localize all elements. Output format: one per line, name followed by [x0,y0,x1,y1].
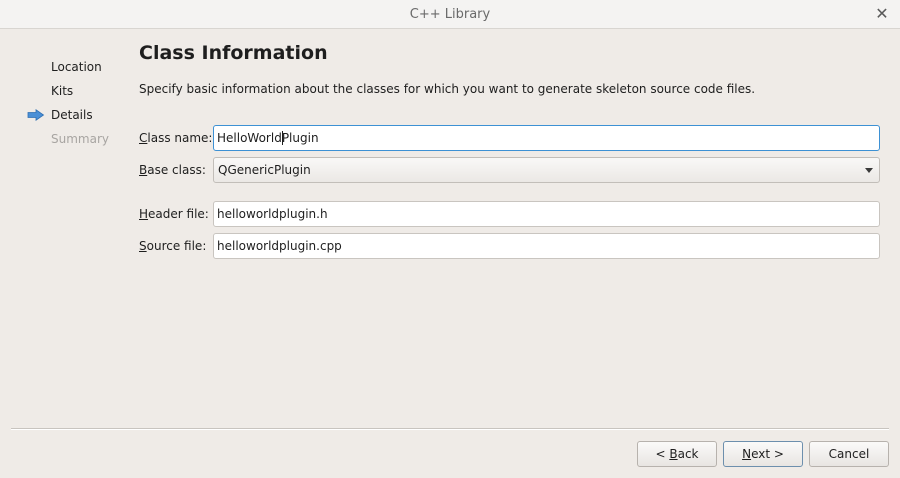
page-title: Class Information [139,42,328,64]
step-label: Details [51,108,93,122]
source-file-input[interactable]: helloworldplugin.cpp [213,233,880,259]
combobox-value: QGenericPlugin [218,163,311,177]
page-subtitle: Specify basic information about the clas… [139,82,756,96]
back-button[interactable]: < Back [637,441,717,467]
input-text: helloworldplugin.h [217,207,328,221]
cancel-button[interactable]: Cancel [809,441,889,467]
title-bar: C++ Library ✕ [0,0,900,29]
mnemonic: B [669,447,678,461]
close-icon[interactable]: ✕ [872,4,892,24]
label-text: eader file: [148,207,209,221]
input-text: HelloWorld [217,131,282,145]
step-location: Location [27,58,137,82]
input-text: Plugin [281,131,319,145]
label-text: lass name: [147,131,213,145]
button-label: ack [677,447,699,461]
header-file-label: Header file: [139,201,209,227]
label-text: ase class: [147,163,206,177]
step-label: Kits [51,84,74,98]
base-class-combobox[interactable]: QGenericPlugin [213,157,880,183]
button-label: ext > [751,447,784,461]
class-name-label: Class name: [139,125,212,151]
class-name-input[interactable]: HelloWorldPlugin [213,125,880,151]
wizard-steps: Location Kits Details Summary [27,58,137,154]
step-kits: Kits [27,82,137,106]
footer-divider [11,428,889,430]
mnemonic: H [139,207,149,221]
mnemonic: N [742,447,752,461]
header-file-input[interactable]: helloworldplugin.h [213,201,880,227]
input-text: helloworldplugin.cpp [217,239,342,253]
mnemonic: B [139,163,148,177]
mnemonic: S [139,239,147,253]
button-label: < [655,447,670,461]
base-class-label: Base class: [139,157,206,183]
step-label: Location [51,60,102,74]
source-file-label: Source file: [139,233,206,259]
label-text: ource file: [146,239,207,253]
chevron-down-icon[interactable] [865,168,873,173]
next-button[interactable]: Next > [723,441,803,467]
step-details: Details [27,106,137,130]
window-title: C++ Library [409,7,491,22]
arrow-right-icon [27,109,45,121]
step-label: Summary [51,132,109,146]
step-summary: Summary [27,130,137,154]
